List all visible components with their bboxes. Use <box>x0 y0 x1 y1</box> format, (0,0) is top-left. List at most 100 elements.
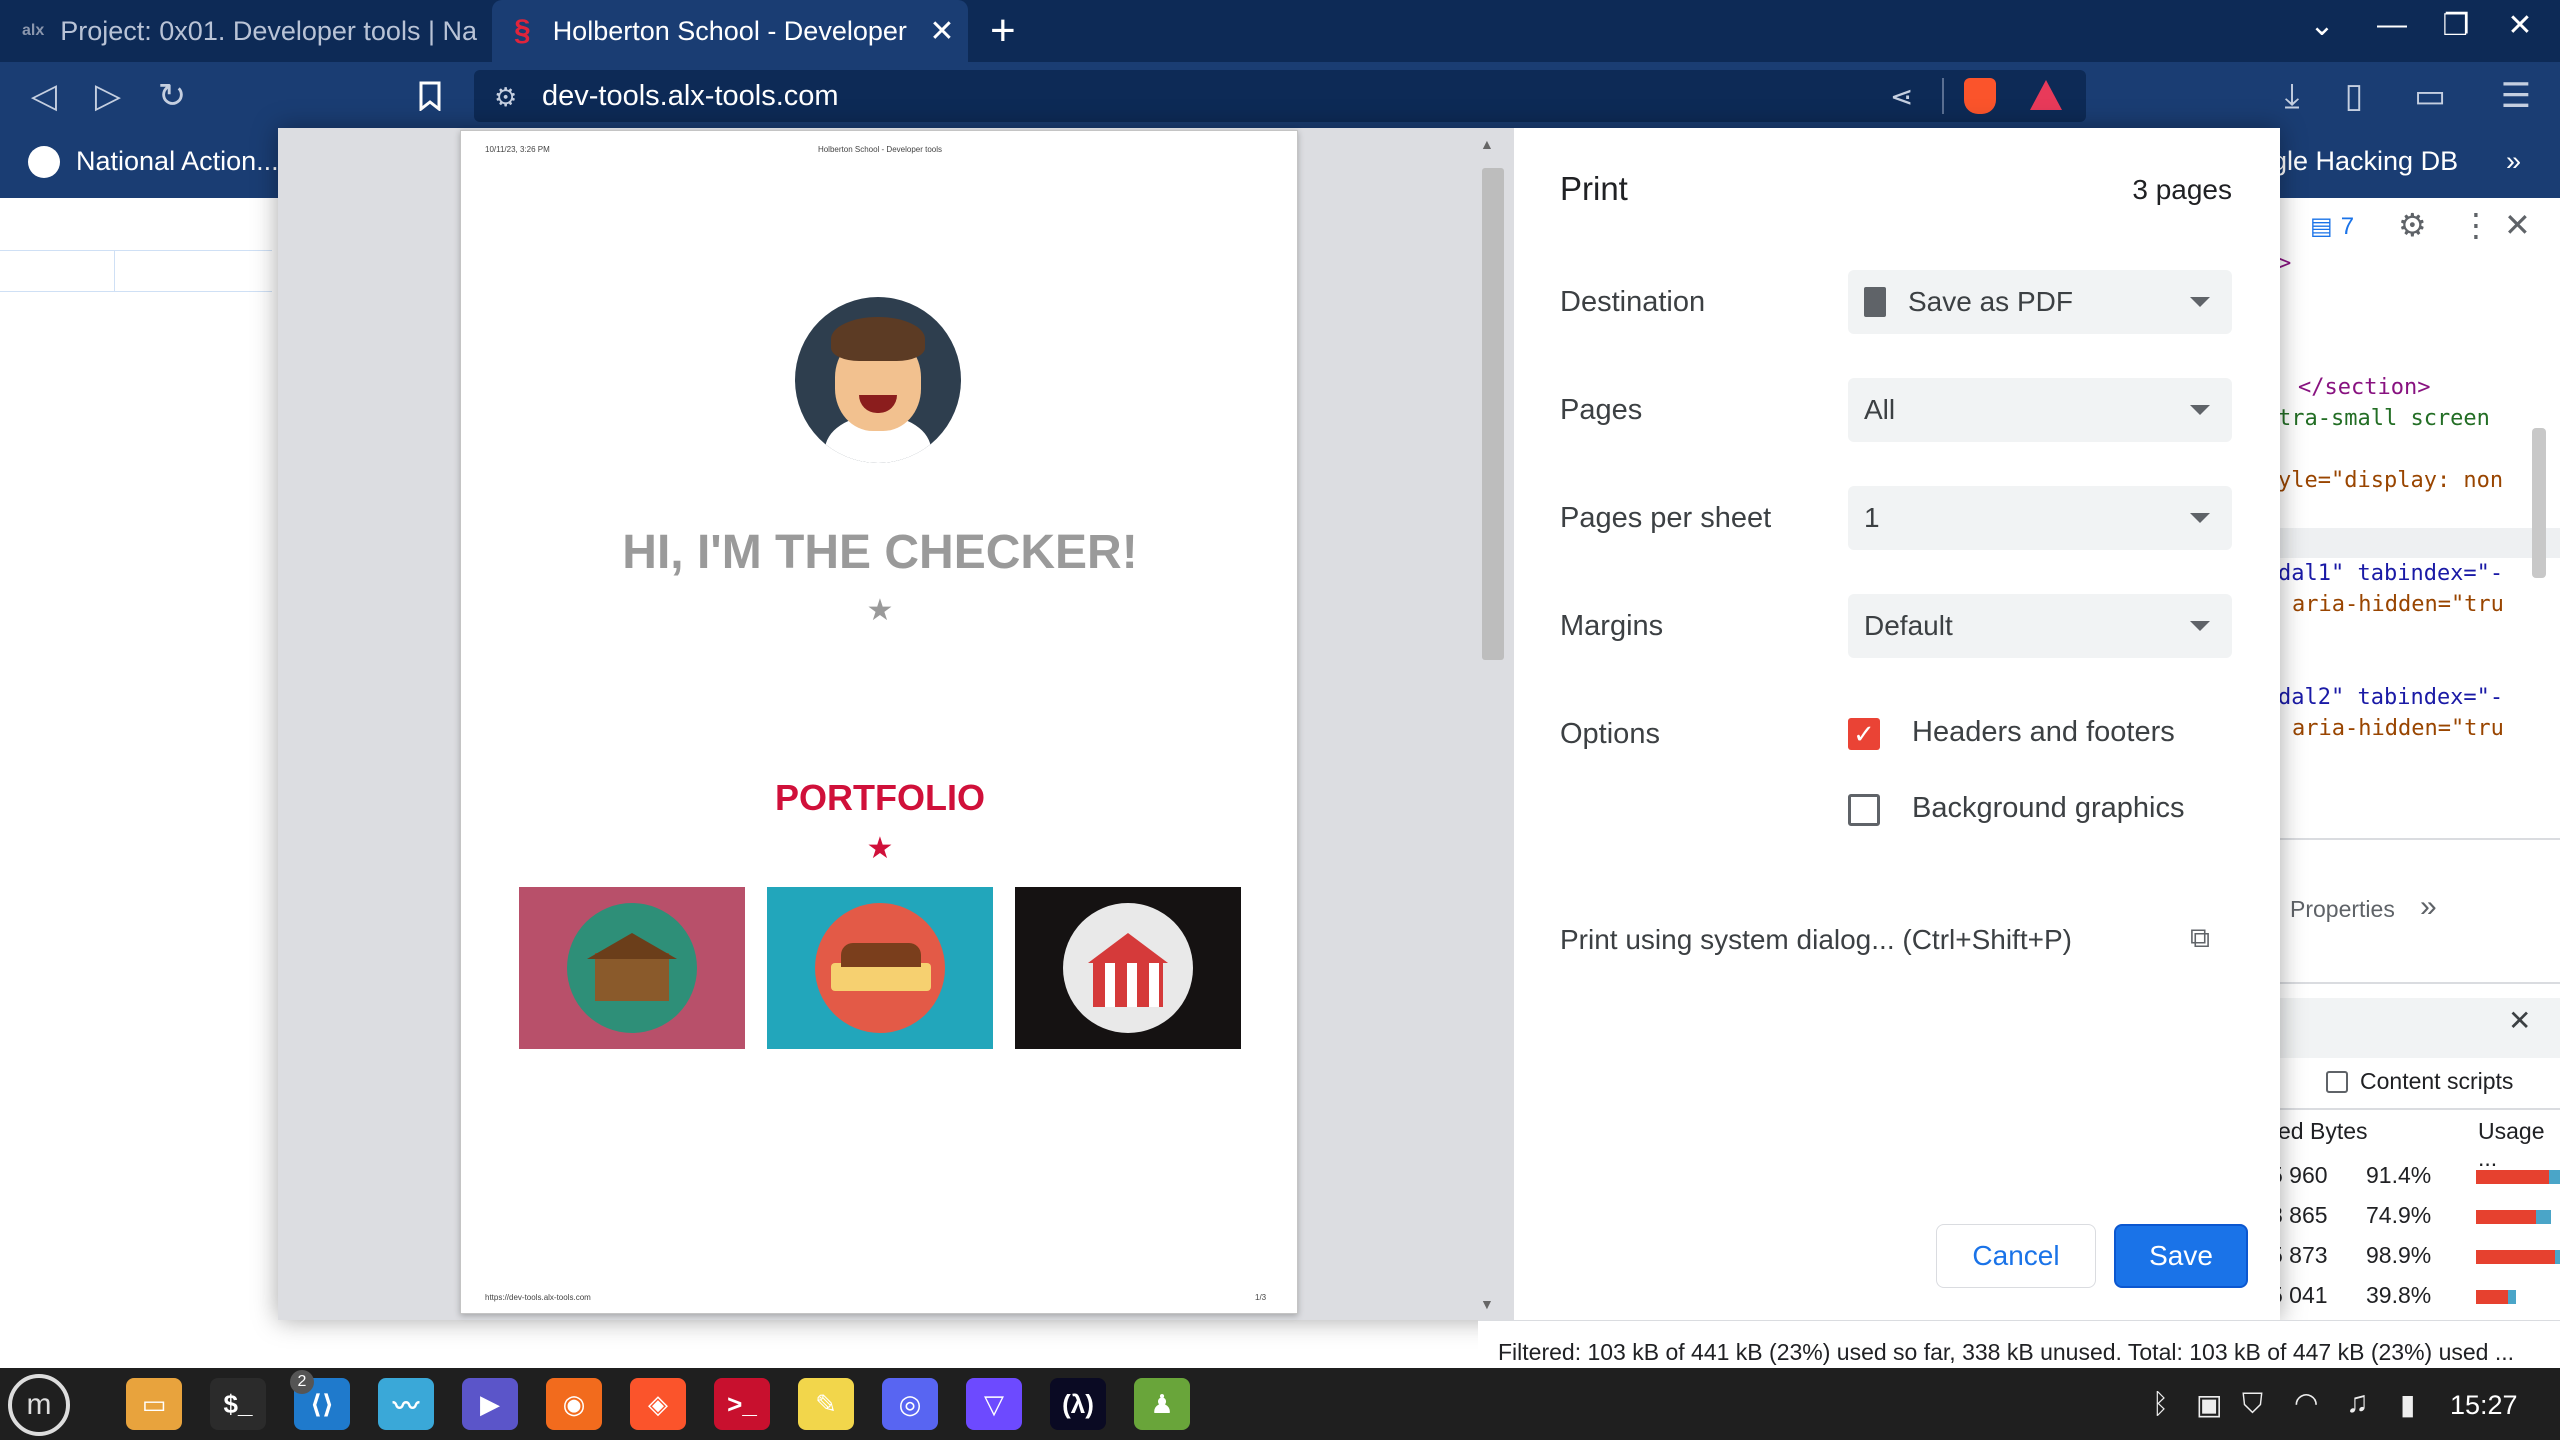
hero-title: HI, I'M THE CHECKER! <box>622 526 1138 579</box>
page-input-row <box>0 250 272 292</box>
start-menu-icon[interactable]: m <box>8 1374 70 1436</box>
circus-tent-icon <box>1063 903 1193 1033</box>
tab-holberton[interactable]: § Holberton School - Developer ✕ <box>492 0 968 62</box>
usage-bar <box>2476 1250 2560 1264</box>
tab-list-chevron-icon[interactable]: ⌄ <box>2292 8 2352 43</box>
bookmark-icon[interactable] <box>408 74 452 118</box>
code-line: aria-hidden="tru <box>2292 716 2504 741</box>
background-graphics-checkbox[interactable] <box>1848 794 1880 826</box>
content-scripts-label: Content scripts <box>2360 1068 2514 1094</box>
tab-project[interactable]: alx Project: 0x01. Developer tools | Na <box>0 0 490 62</box>
brave-shields-icon[interactable] <box>1964 78 1996 114</box>
avatar <box>795 297 961 463</box>
share-icon[interactable]: ⋖ <box>1890 80 1913 113</box>
portfolio-cabin-tile <box>519 887 745 1049</box>
system-dialog-link[interactable]: Print using system dialog... (Ctrl+Shift… <box>1560 924 2072 956</box>
portfolio-title: PORTFOLIO <box>775 777 985 818</box>
selected-line-highlight <box>2270 528 2560 558</box>
battery-icon[interactable]: ▮ <box>2400 1388 2415 1421</box>
pages-per-sheet-select[interactable]: 1 <box>1848 486 2232 550</box>
terminal-red-icon[interactable]: >_ <box>714 1378 770 1430</box>
music-icon[interactable]: ♫ <box>2346 1386 2369 1420</box>
media-player-icon[interactable]: ▶ <box>462 1378 518 1430</box>
pages-label: Pages <box>1560 394 1643 426</box>
close-window-button[interactable]: ✕ <box>2490 8 2550 43</box>
scroll-up-icon[interactable]: ▲ <box>1480 136 1494 152</box>
coverage-pct: 98.9% <box>2366 1242 2432 1268</box>
brave-icon[interactable]: ◈ <box>630 1378 686 1430</box>
code-line: dal1" tabindex="- <box>2278 561 2504 586</box>
sidebar-icon[interactable]: ▯ <box>2332 74 2376 118</box>
discord-icon[interactable]: ◎ <box>882 1378 938 1430</box>
firefox-icon[interactable]: ◉ <box>546 1378 602 1430</box>
more-tabs-icon[interactable]: » <box>2420 890 2437 924</box>
code-line: </section> <box>2298 375 2431 400</box>
close-drawer-icon[interactable]: ✕ <box>2508 1004 2531 1037</box>
notes-icon[interactable]: ✎ <box>798 1378 854 1430</box>
menu-icon[interactable]: ☰ <box>2494 74 2538 118</box>
close-tab-icon[interactable]: ✕ <box>916 14 968 49</box>
terminal-icon[interactable]: $_ <box>210 1378 266 1430</box>
bookmark-national-action[interactable]: National Action... <box>76 146 279 177</box>
files-icon[interactable]: ▭ <box>126 1378 182 1430</box>
margins-select[interactable]: Default <box>1848 594 2232 658</box>
proton-vpn-icon[interactable]: ▽ <box>966 1378 1022 1430</box>
clipboard-icon[interactable]: ▣ <box>2196 1388 2222 1421</box>
address-bar[interactable]: ⚙ dev-tools.alx-tools.com ⋖ <box>474 70 2086 122</box>
pages-per-sheet-value: 1 <box>1864 502 1880 533</box>
scrollbar[interactable] <box>2532 428 2546 578</box>
globe-icon <box>28 146 60 178</box>
cancel-button[interactable]: Cancel <box>1936 1224 2096 1288</box>
shield-icon[interactable]: ⛉ <box>2242 1388 2263 1421</box>
headers-footers-checkbox[interactable]: ✓ <box>1848 718 1880 750</box>
portfolio-cake-tile <box>767 887 993 1049</box>
holberton-favicon-icon: § <box>514 14 531 47</box>
coverage-row[interactable]: 5 873 98.9% <box>2270 1236 2560 1276</box>
destination-value: Save as PDF <box>1908 286 2073 317</box>
system-monitor-icon[interactable]: 〰 <box>378 1378 434 1430</box>
brave-rewards-icon[interactable] <box>2030 80 2062 110</box>
issues-icon: ▤ <box>2310 213 2333 240</box>
headers-footers-label[interactable]: Headers and footers <box>1912 716 2175 749</box>
devtools-close-icon[interactable]: ✕ <box>2504 206 2531 244</box>
tab-properties[interactable]: Properties <box>2290 896 2395 923</box>
devtools-settings-icon[interactable]: ⚙ <box>2398 206 2427 244</box>
wallet-icon[interactable]: ▭ <box>2408 74 2452 118</box>
maximize-button[interactable]: ❐ <box>2426 8 2486 43</box>
open-external-icon[interactable]: ⧉ <box>2190 922 2210 955</box>
scroll-down-icon[interactable]: ▼ <box>1480 1296 1494 1312</box>
forward-icon[interactable]: ▷ <box>86 74 130 118</box>
print-title: Print <box>1560 170 1628 207</box>
back-icon[interactable]: ◁ <box>22 74 66 118</box>
more-bookmarks-icon[interactable]: » <box>2506 146 2521 177</box>
coverage-row[interactable]: 3 865 74.9% <box>2270 1196 2560 1236</box>
content-scripts-checkbox[interactable] <box>2326 1070 2348 1093</box>
site-info-icon[interactable]: ⚙ <box>494 82 517 113</box>
code-line: tra-small screen <box>2278 406 2490 431</box>
minimize-button[interactable]: — <box>2362 8 2422 42</box>
taskbar: m ▭ $_ ⟨⟩ 〰 ▶ ◉ ◈ >_ ✎ ◎ ▽ (λ) ♟ 2 ᛒ ▣ ⛉ ◠ ♫ ▮ 15:27 <box>0 1368 2560 1440</box>
devtools-more-icon[interactable]: ⋮ <box>2460 206 2492 244</box>
coverage-row[interactable]: 5 041 39.8% <box>2270 1276 2560 1316</box>
background-graphics-label[interactable]: Background graphics <box>1912 792 2184 825</box>
vscode-badge: 2 <box>290 1370 314 1394</box>
preview-scrollbar-thumb[interactable] <box>1482 168 1504 660</box>
destination-select[interactable]: Save as PDF <box>1848 270 2232 334</box>
download-icon[interactable]: ⤓ <box>2270 74 2314 118</box>
bookmark-google-hacking-db[interactable]: gle Hacking DB <box>2272 146 2458 177</box>
alx-favicon: alx <box>22 22 45 39</box>
save-button[interactable]: Save <box>2114 1224 2248 1288</box>
new-tab-button[interactable]: + <box>990 6 1016 56</box>
bluetooth-icon[interactable]: ᛒ <box>2152 1388 2169 1420</box>
content-scripts-toggle[interactable]: Content scripts <box>2326 1068 2513 1095</box>
star-icon: ★ <box>866 594 894 627</box>
clock[interactable]: 15:27 <box>2450 1390 2518 1421</box>
col-unused-bytes[interactable]: ed Bytes <box>2278 1118 2368 1145</box>
freecodecamp-icon[interactable]: (λ) <box>1050 1378 1106 1430</box>
wifi-icon[interactable]: ◠ <box>2294 1386 2318 1419</box>
issues-counter[interactable]: ▤ 7 <box>2310 212 2354 241</box>
reload-icon[interactable]: ↻ <box>150 74 194 118</box>
coverage-row[interactable]: 5 960 91.4% <box>2270 1156 2560 1196</box>
pages-select[interactable]: All <box>1848 378 2232 442</box>
chess-icon[interactable]: ♟ <box>1134 1378 1190 1430</box>
